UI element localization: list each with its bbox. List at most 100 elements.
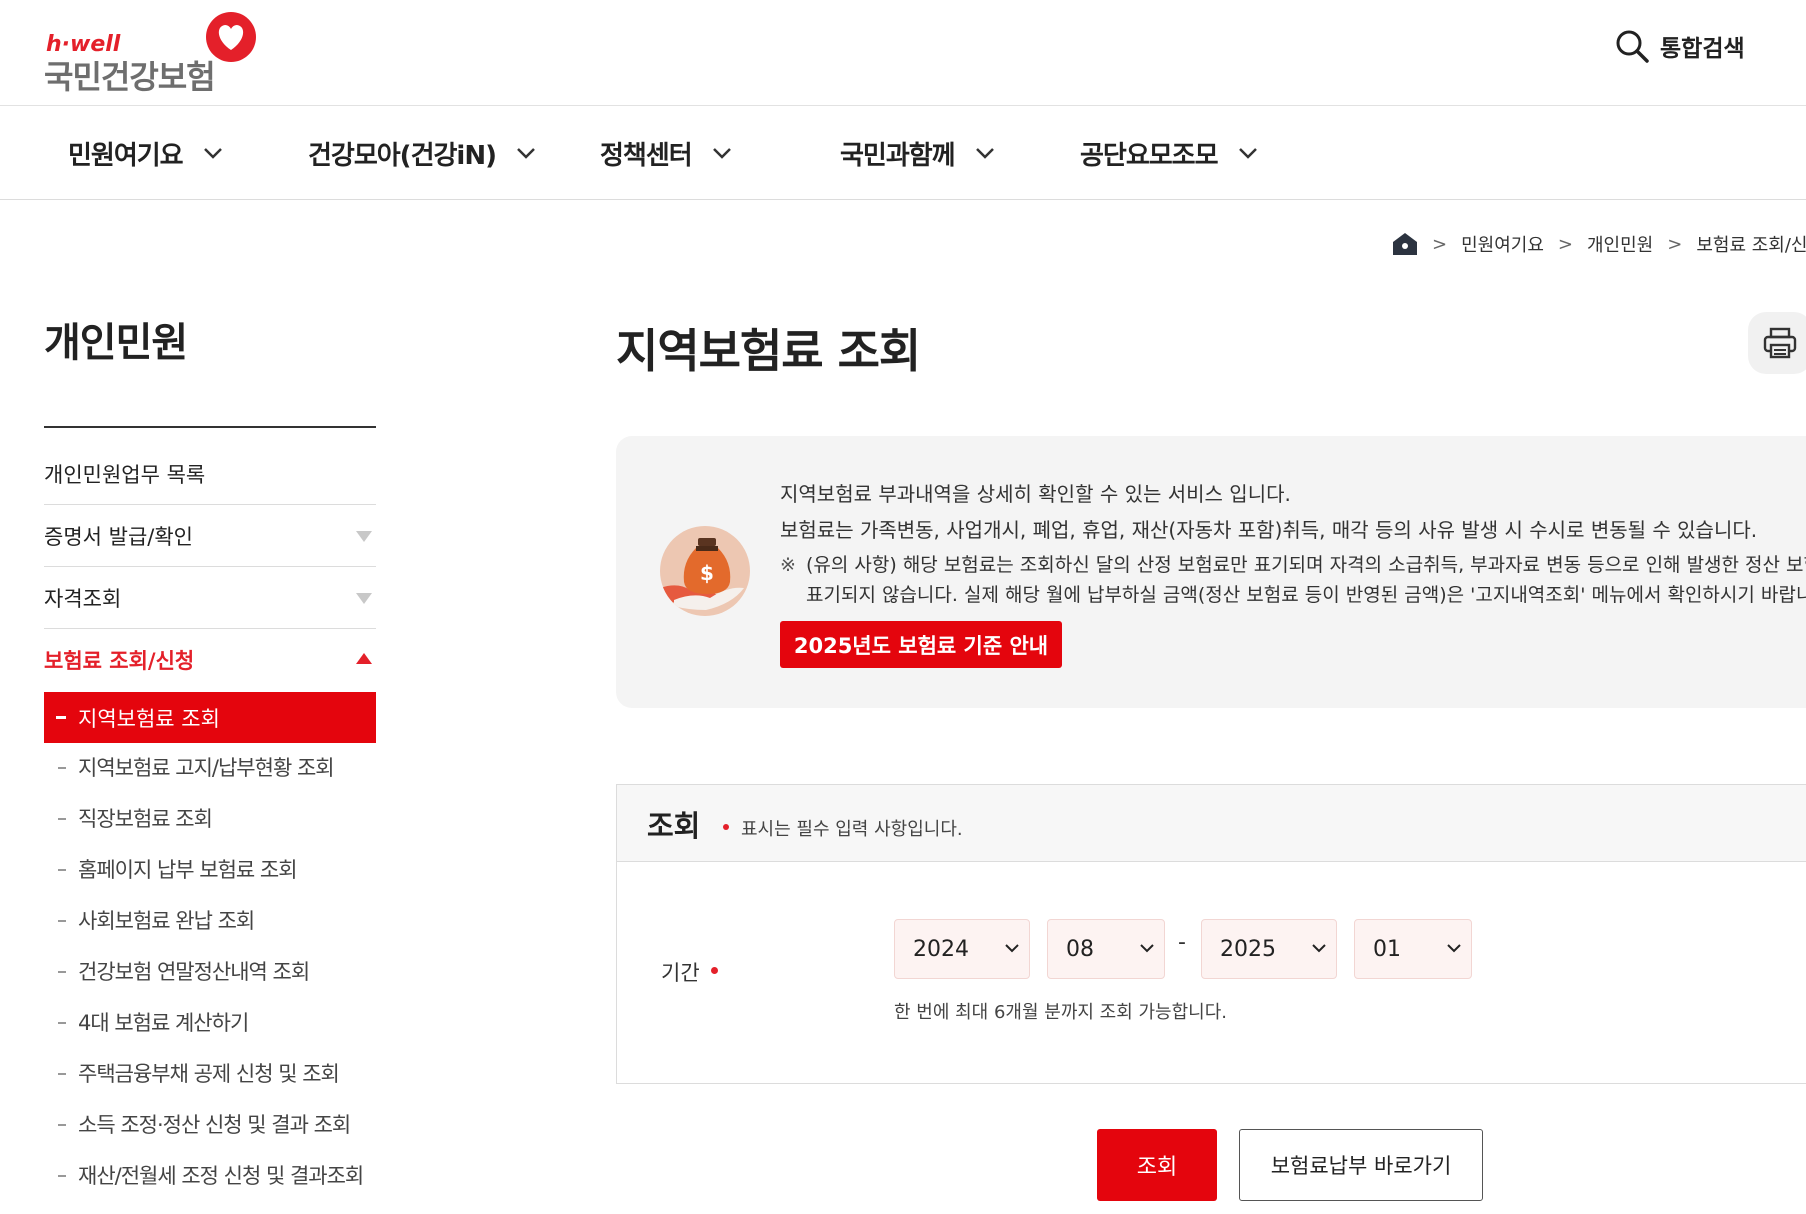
lnb-sub-item-label: 소득 조정·정산 신청 및 결과 조회 <box>78 1113 351 1137</box>
chevron-down-icon <box>975 148 994 159</box>
lnb-item-label: 증명서 발급/확인 <box>44 524 193 549</box>
select-value: 01 <box>1373 936 1401 962</box>
site-logo[interactable]: h·well 국민건강보험 <box>44 10 264 96</box>
form-title: 조회 <box>647 809 701 843</box>
lnb-sub-item-label: 사회보험료 완납 조회 <box>78 909 255 933</box>
dash-icon <box>58 1124 66 1126</box>
period-help-text: 한 번에 최대 6개월 분까지 조회 가능합니다. <box>894 1002 1228 1023</box>
dash-icon <box>58 971 66 973</box>
required-dot-icon <box>723 824 729 830</box>
premium-criteria-button[interactable]: 2025년도 보험료 기준 안내 <box>780 621 1062 668</box>
select-value: 08 <box>1066 936 1094 962</box>
logo-title: 국민건강보험 <box>44 58 216 96</box>
lnb-sub-item[interactable]: 사회보험료 완납 조회 <box>44 900 376 940</box>
lnb-sub-item[interactable]: 재산/전월세 조정 신청 및 결과조회 <box>44 1155 376 1195</box>
page-title: 지역보험료 조회 <box>616 324 921 378</box>
gnb-item-about[interactable]: 공단요모조모 <box>1080 106 1258 200</box>
chevron-down-icon <box>517 148 535 159</box>
gnb-label: 정책센터 <box>600 140 693 171</box>
site-header: h·well 국민건강보험 통합검색 <box>0 0 1806 106</box>
dash-icon <box>58 1073 66 1075</box>
dash-icon <box>56 716 66 719</box>
lnb-sub-item-label: 직장보험료 조회 <box>78 807 213 831</box>
breadcrumb-separator: > <box>1432 233 1448 255</box>
lnb-item-label: 보험료 조회/신청 <box>44 649 195 673</box>
info-note-1: ※ (유의 사항) 해당 보험료는 조회하신 달의 산정 보험료만 표기되며 자격… <box>780 550 1806 577</box>
lnb-sub-item-label: 재산/전월세 조정 신청 및 결과조회 <box>78 1164 364 1188</box>
chevron-down-icon <box>1312 944 1326 953</box>
gnb-item-civil[interactable]: 민원여기요 <box>68 106 223 200</box>
lnb-sub-item[interactable]: 4대 보험료 계산하기 <box>44 1002 376 1042</box>
lnb-item-eligibility[interactable]: 자격조회 <box>44 567 376 629</box>
lnb-sub-item[interactable]: 홈페이지 납부 보험료 조회 <box>44 849 376 889</box>
breadcrumb-separator: > <box>1667 233 1683 255</box>
period-label: 기간 <box>661 961 700 985</box>
triangle-up-icon <box>356 653 372 664</box>
lnb-sub-item-label: 건강보험 연말정산내역 조회 <box>78 960 310 984</box>
print-button[interactable] <box>1748 312 1806 374</box>
from-year-select[interactable]: 2024 <box>894 919 1030 979</box>
lnb-title: 개인민원 <box>44 320 188 366</box>
breadcrumb-item[interactable]: 보험료 조회/신청 <box>1696 231 1806 257</box>
lnb-sub-item[interactable]: 지역보험료 고지/납부현황 조회 <box>44 747 376 787</box>
dash-icon <box>58 869 66 871</box>
chevron-down-icon <box>1005 944 1019 953</box>
breadcrumb-item[interactable]: 개인민원 <box>1587 231 1653 257</box>
integrated-search-button[interactable]: 통합검색 <box>1614 26 1745 66</box>
search-button[interactable]: 조회 <box>1097 1129 1217 1201</box>
required-note: 표시는 필수 입력 사항입니다. <box>741 819 963 840</box>
lnb-item-label: 개인민원업무 목록 <box>44 462 206 487</box>
to-month-select[interactable]: 01 <box>1354 919 1472 979</box>
lnb-item-certificates[interactable]: 증명서 발급/확인 <box>44 505 376 567</box>
gnb-label: 건강모아(건강iN) <box>308 140 497 171</box>
gnb-item-health[interactable]: 건강모아(건강iN) <box>308 106 536 200</box>
svg-text:$: $ <box>700 561 714 585</box>
chevron-down-icon <box>1238 148 1257 159</box>
chevron-down-icon <box>1447 944 1461 953</box>
note-text: (유의 사항) 해당 보험료는 조회하신 달의 산정 보험료만 표기되며 자격의… <box>806 554 1806 576</box>
gnb-label: 국민과함께 <box>840 140 956 171</box>
lnb-divider <box>44 426 376 428</box>
home-icon[interactable] <box>1392 232 1418 256</box>
lnb-sub-item[interactable]: 건강보험 연말정산내역 조회 <box>44 951 376 991</box>
lnb-sub-item-label: 지역보험료 조회 <box>78 706 220 731</box>
required-dot-icon <box>711 967 718 974</box>
lnb-sub-item[interactable]: 주택금융부채 공제 신청 및 조회 <box>44 1053 376 1093</box>
printer-icon <box>1763 327 1797 359</box>
breadcrumb-item[interactable]: 민원여기요 <box>1461 231 1544 257</box>
lnb-sub-item-label: 홈페이지 납부 보험료 조회 <box>78 858 298 882</box>
breadcrumb: > 민원여기요 > 개인민원 > 보험료 조회/신청 <box>1392 230 1806 258</box>
info-line-2: 보험료는 가족변동, 사업개시, 폐업, 휴업, 재산(자동차 포함)취득, 매… <box>780 518 1758 542</box>
gnb-item-together[interactable]: 국민과함께 <box>840 106 995 200</box>
dash-icon <box>58 1175 66 1177</box>
gnb-item-policy[interactable]: 정책센터 <box>600 106 732 200</box>
dash-icon <box>58 920 66 922</box>
breadcrumb-separator: > <box>1557 233 1573 255</box>
search-label: 통합검색 <box>1660 36 1745 62</box>
money-bag-icon: $ <box>660 526 750 616</box>
gnb-label: 민원여기요 <box>68 140 184 171</box>
go-to-payment-button[interactable]: 보험료납부 바로가기 <box>1239 1129 1483 1201</box>
dash-icon <box>58 818 66 820</box>
select-value: 2025 <box>1220 936 1276 962</box>
from-month-select[interactable]: 08 <box>1047 919 1165 979</box>
lnb-sub-item[interactable]: 소득 조정·정산 신청 및 결과 조회 <box>44 1104 376 1144</box>
select-value: 2024 <box>913 936 969 962</box>
chevron-down-icon <box>203 148 222 159</box>
dash-icon <box>58 767 66 769</box>
lnb-sub-item-active[interactable]: 지역보험료 조회 <box>44 692 376 743</box>
lnb-sub-item-label: 주택금융부채 공제 신청 및 조회 <box>78 1062 340 1086</box>
lnb-item-civil-list[interactable]: 개인민원업무 목록 <box>44 443 376 505</box>
heart-icon <box>206 12 256 62</box>
dash-icon <box>58 1022 66 1024</box>
form-header: 조회 표시는 필수 입력 사항입니다. <box>616 784 1806 862</box>
note-mark: ※ <box>780 554 796 576</box>
lnb-item-label: 자격조회 <box>44 586 122 611</box>
to-year-select[interactable]: 2025 <box>1201 919 1337 979</box>
main-navigation: 민원여기요 건강모아(건강iN) 정책센터 국민과함께 공단요모조모 <box>0 106 1806 200</box>
lnb-sub-item-label: 지역보험료 고지/납부현황 조회 <box>78 756 335 780</box>
lnb-item-premium[interactable]: 보험료 조회/신청 <box>44 629 376 691</box>
chevron-down-icon <box>1140 944 1154 953</box>
triangle-down-icon <box>356 593 372 604</box>
lnb-sub-item[interactable]: 직장보험료 조회 <box>44 798 376 838</box>
